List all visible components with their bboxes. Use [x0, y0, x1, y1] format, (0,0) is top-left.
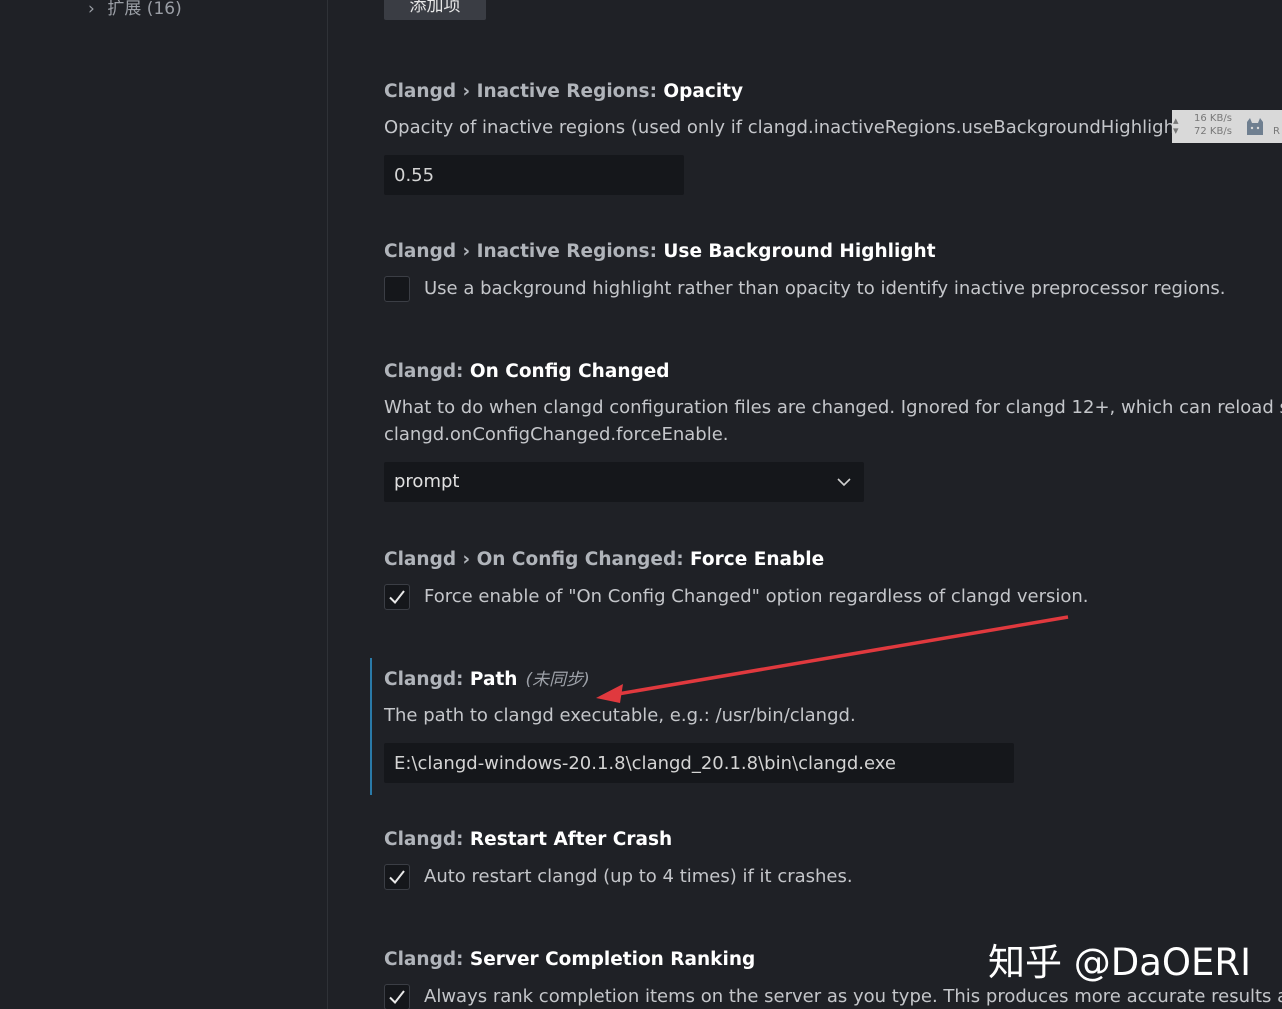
upload-speed: 16 KB/s [1194, 113, 1232, 124]
chevron-down-icon [837, 478, 851, 487]
setting-category: Clangd: [384, 361, 470, 382]
check-icon [389, 589, 405, 604]
monitor-tag: R [1273, 126, 1280, 137]
setting-description: Opacity of inactive regions (used only i… [384, 117, 1247, 138]
checkbox-row: Force enable of "On Config Changed" opti… [384, 583, 1282, 610]
settings-list: 添加项 Clangd › Inactive Regions: Opacity O… [328, 0, 1282, 1009]
setting-title: Clangd: Restart After Crash [384, 828, 1282, 852]
download-speed: 72 KB/s [1194, 126, 1232, 137]
checkbox-row: Auto restart clangd (up to 4 times) if i… [384, 863, 1282, 890]
setting-name: Server Completion Ranking [469, 949, 756, 970]
server-completion-ranking-checkbox[interactable] [384, 983, 410, 1009]
setting-name: On Config Changed [469, 361, 670, 382]
cat-icon [1247, 118, 1263, 135]
setting-force-enable: Clangd › On Config Changed: Force Enable… [384, 548, 1282, 610]
setting-title: Clangd › Inactive Regions: Use Backgroun… [384, 240, 1282, 264]
setting-name: Opacity [663, 81, 744, 102]
checkbox-label: Always rank completion items on the serv… [424, 986, 1282, 1007]
setting-name: Use Background Highlight [663, 241, 936, 262]
check-icon [389, 869, 405, 884]
setting-on-config-changed: Clangd: On Config Changed What to do whe… [384, 360, 1282, 502]
setting-category: Clangd › On Config Changed: [384, 549, 691, 570]
toc-item-extensions[interactable]: › 扩展 (16) [88, 0, 182, 19]
setting-title: Clangd: On Config Changed [384, 360, 1282, 384]
setting-category: Clangd: [384, 949, 470, 970]
up-down-arrows-icon: ▴ ▾ [1173, 114, 1179, 137]
checkbox-label: Force enable of "On Config Changed" opti… [424, 586, 1089, 607]
use-background-highlight-checkbox[interactable] [384, 275, 410, 302]
opacity-input[interactable]: 0.55 [384, 155, 684, 195]
clangd-path-input[interactable]: E:\clangd-windows-20.1.8\clangd_20.1.8\b… [384, 743, 1014, 783]
setting-clangd-path: Clangd: Path (未同步) The path to clangd exe… [370, 658, 1282, 795]
toc-item-label: 扩展 (16) [107, 0, 182, 19]
checkbox-label: Use a background highlight rather than o… [424, 278, 1226, 299]
setting-use-background-highlight: Clangd › Inactive Regions: Use Backgroun… [384, 240, 1282, 302]
setting-title: Clangd › On Config Changed: Force Enable [384, 548, 1282, 572]
add-item-button[interactable]: 添加项 [384, 0, 486, 20]
restart-after-crash-checkbox[interactable] [384, 863, 410, 890]
setting-title: Clangd › Inactive Regions: Opacity [384, 80, 1282, 104]
setting-restart-after-crash: Clangd: Restart After Crash Auto restart… [384, 828, 1282, 890]
setting-name: Path [469, 669, 518, 690]
checkbox-row: Always rank completion items on the serv… [384, 983, 1282, 1009]
checkbox-row: Use a background highlight rather than o… [384, 275, 1282, 302]
watermark: 知乎 @DaOERI [988, 941, 1252, 984]
force-enable-checkbox[interactable] [384, 583, 410, 610]
sync-status: (未同步) [525, 670, 590, 690]
chevron-right-icon: › [88, 0, 95, 19]
on-config-changed-select[interactable]: prompt [384, 462, 864, 502]
settings-toc: › 扩展 (16) [0, 0, 328, 1009]
setting-category: Clangd: [384, 829, 470, 850]
setting-name: Restart After Crash [469, 829, 673, 850]
description-line: What to do when clangd configuration fil… [384, 397, 1282, 418]
network-monitor-widget[interactable]: ▴ ▾ 16 KB/s 72 KB/s R [1172, 110, 1282, 143]
setting-category: Clangd › Inactive Regions: [384, 241, 664, 262]
description-line: clangd.onConfigChanged.forceEnable. [384, 424, 729, 445]
setting-title: Clangd: Path (未同步) [384, 668, 1282, 692]
setting-name: Force Enable [690, 549, 825, 570]
setting-description: What to do when clangd configuration fil… [384, 394, 1282, 448]
select-value: prompt [394, 471, 460, 492]
setting-inactive-regions-opacity: Clangd › Inactive Regions: Opacity Opaci… [384, 80, 1282, 195]
checkbox-label: Auto restart clangd (up to 4 times) if i… [424, 866, 853, 887]
settings-window: › 扩展 (16) 添加项 Clangd › Inactive Regions:… [0, 0, 1282, 1009]
setting-category: Clangd › Inactive Regions: [384, 81, 664, 102]
setting-description: The path to clangd executable, e.g.: /us… [384, 705, 856, 726]
setting-category: Clangd: [384, 669, 470, 690]
check-icon [389, 989, 405, 1004]
